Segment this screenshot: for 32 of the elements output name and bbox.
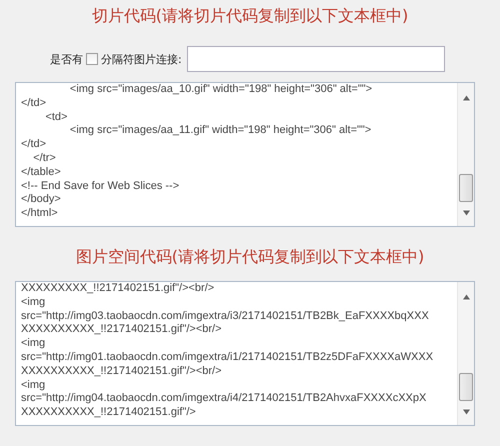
code-line: src="http://img03.taobaocdn.com/imgextra/i3/2171402151/TB2Bk_EaFXXXXbqXXX (21, 310, 429, 324)
code-line: src="http://img01.taobaocdn.com/imgextra/i1/2171402151/TB2z5DFaFXXXXaWXXX (21, 350, 434, 365)
code-line: XXXXXXXXXX_!!2171402151.gif"/><br/> (21, 323, 222, 338)
code-line: XXXXXXXXXX_!!2171402151.gif"/><br/> (21, 364, 222, 379)
scroll-thumb[interactable] (459, 174, 473, 202)
scroll-thumb[interactable] (459, 373, 473, 401)
code-line: <!-- End Save for Web Slices --> (21, 180, 180, 194)
checkbox[interactable] (86, 53, 98, 65)
scrollbar[interactable] (457, 282, 474, 425)
code-line: <td> (44, 110, 68, 124)
code-line: </td> (21, 96, 46, 111)
code-line: </td> (21, 138, 46, 152)
section-title: 切片代码(请将切片代码复制到以下文本框中) (90, 5, 410, 27)
code-line: src="http://img04.taobaocdn.com/imgextra/i4/2171402151/TB2AhvxaFXXXXcXXpX (21, 392, 426, 406)
code-line: <img (21, 296, 46, 310)
code-line: XXXXXXXXXX_!!2171402151.gif"/> (21, 406, 196, 420)
code-textarea[interactable] (15, 281, 475, 426)
code-line: <img (21, 337, 46, 351)
input-field[interactable] (186, 46, 445, 72)
option-label: 是否有 (50, 52, 83, 66)
scrollbar[interactable] (457, 83, 474, 226)
option-label: 分隔符图片连接: (101, 52, 182, 66)
code-line: XXXXXXXXX_!!2171402151.gif"/><br/> (21, 282, 214, 296)
code-line: <img src="images/aa_10.gif" width="198" height="306" alt=""> (68, 83, 372, 97)
code-line: </body> (21, 193, 61, 208)
code-textarea[interactable] (15, 82, 475, 227)
section-title: 图片空间代码(请将切片代码复制到以下文本框中) (74, 247, 426, 268)
code-line: <img (21, 378, 46, 392)
code-line: </html> (21, 207, 58, 221)
code-line: </tr> (32, 152, 56, 166)
code-line: <img src="images/aa_11.gif" width="198" height="306" alt=""> (68, 124, 372, 138)
code-line: </table> (21, 166, 61, 180)
